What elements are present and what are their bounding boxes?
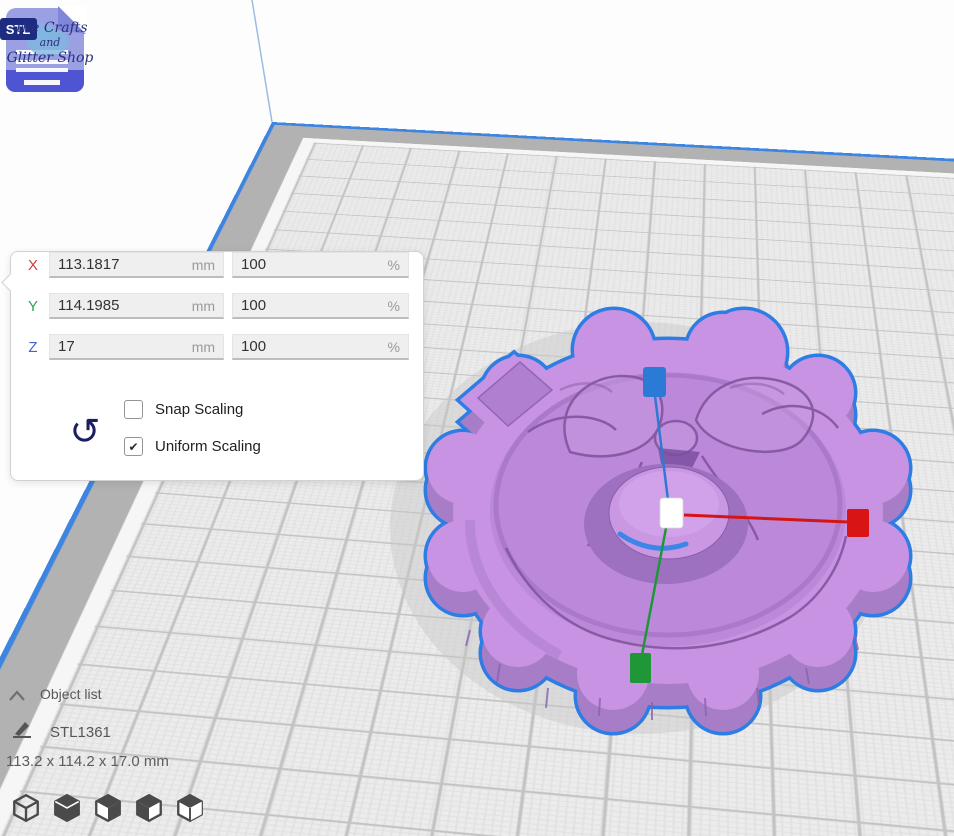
x-axis-label: X — [25, 257, 41, 274]
build-volume-corner-line — [252, 0, 272, 122]
scale-tool-panel: X mm % Y mm % Z mm — [10, 251, 424, 481]
object-list-header[interactable]: Object list — [40, 686, 101, 702]
stl-file-logo: STL the Crafts and Glitter Shop — [0, 2, 106, 98]
y-axis-label: Y — [25, 298, 41, 315]
view-right-button[interactable] — [176, 792, 204, 824]
cube-front-icon — [53, 792, 81, 824]
svg-text:and: and — [40, 36, 61, 49]
uniform-scaling-row: ✔ Uniform Scaling — [124, 437, 261, 456]
cube-top-icon — [94, 792, 122, 824]
scale-row-x: X mm % — [25, 252, 409, 278]
x-size-input[interactable] — [49, 252, 224, 278]
view-preset-toolbar — [12, 792, 204, 824]
cube-right-icon — [176, 792, 204, 824]
object-list-item[interactable]: STL1361 — [50, 724, 111, 741]
slicer-workspace: STL the Crafts and Glitter Shop X mm % Y… — [0, 0, 954, 836]
view-3d-button[interactable] — [12, 792, 40, 824]
y-percent-input[interactable] — [232, 293, 409, 319]
y-scale-handle[interactable] — [630, 653, 651, 683]
center-scale-handle[interactable] — [660, 498, 683, 528]
uniform-scaling-label: Uniform Scaling — [155, 438, 261, 455]
snap-scaling-label: Snap Scaling — [155, 401, 243, 418]
x-percent-input[interactable] — [232, 252, 409, 278]
x-scale-handle[interactable] — [847, 509, 869, 537]
svg-text:Glitter Shop: Glitter Shop — [7, 50, 94, 66]
cube-3d-icon — [12, 792, 40, 824]
pencil-icon — [10, 718, 34, 740]
scale-row-z: Z mm % — [25, 334, 409, 360]
z-percent-input[interactable] — [232, 334, 409, 360]
y-size-input[interactable] — [49, 293, 224, 319]
reset-scale-button[interactable]: ↺ — [63, 408, 107, 456]
model-dimensions-label: 113.2 x 114.2 x 17.0 mm — [6, 753, 169, 770]
z-size-input[interactable] — [49, 334, 224, 360]
z-axis-label: Z — [25, 339, 41, 356]
view-front-button[interactable] — [53, 792, 81, 824]
z-scale-handle[interactable] — [643, 367, 666, 397]
snap-scaling-row: Snap Scaling — [124, 400, 243, 419]
chevron-up-icon[interactable] — [8, 688, 26, 702]
scale-row-y: Y mm % — [25, 293, 409, 319]
cube-left-icon — [135, 792, 163, 824]
view-top-button[interactable] — [94, 792, 122, 824]
view-left-button[interactable] — [135, 792, 163, 824]
snap-scaling-checkbox[interactable] — [124, 400, 143, 419]
svg-text:the Crafts: the Crafts — [16, 20, 87, 36]
uniform-scaling-checkbox[interactable]: ✔ — [124, 437, 143, 456]
